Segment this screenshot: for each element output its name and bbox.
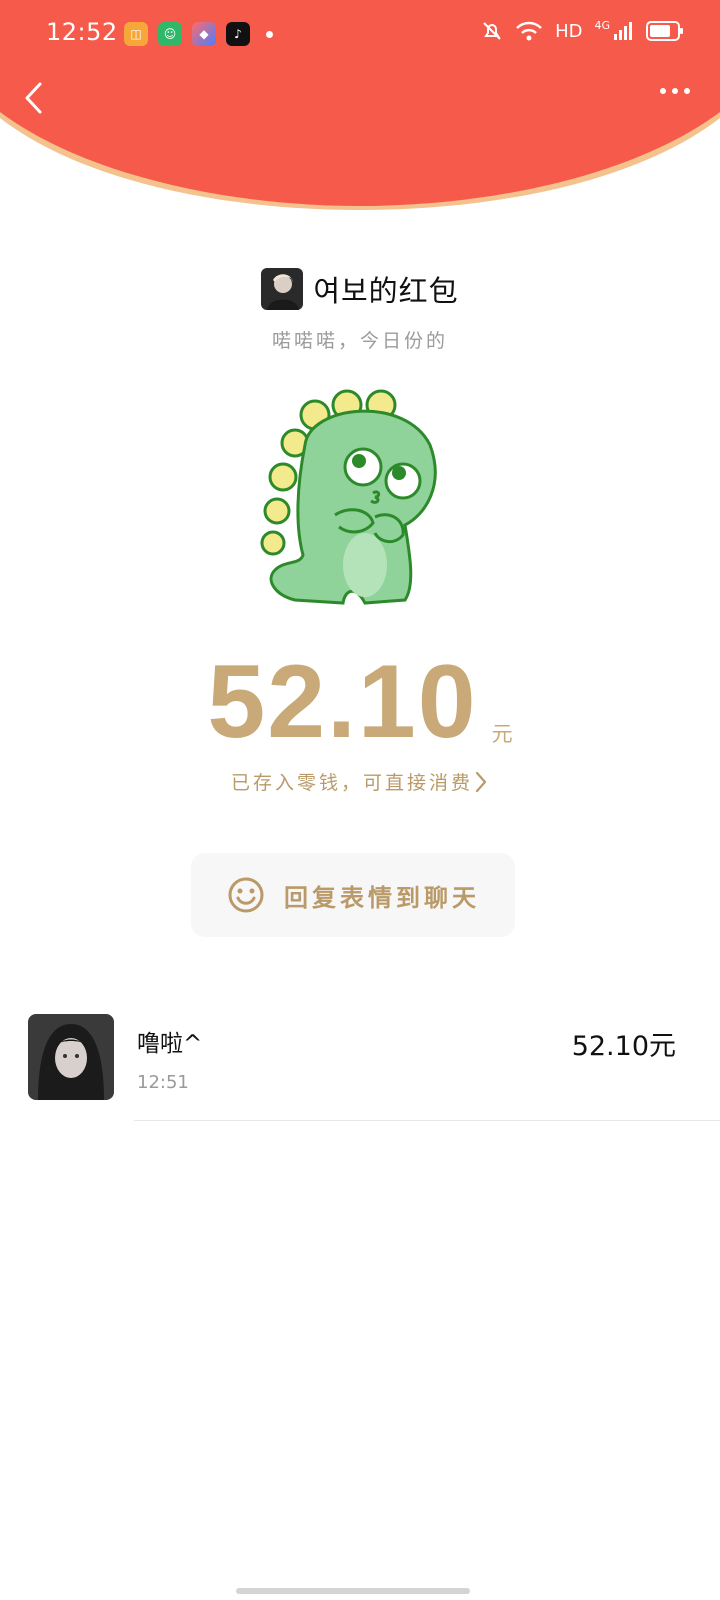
back-button[interactable]	[18, 78, 54, 118]
avatar[interactable]	[28, 1014, 114, 1100]
tiktok-icon: ♪	[226, 22, 250, 46]
app-icon-1: ◫	[124, 22, 148, 46]
receiver-name: 噜啦^	[137, 1031, 203, 1057]
reply-sticker-button[interactable]: 回复表情到聊天	[191, 853, 515, 937]
chevron-left-icon	[25, 82, 42, 114]
list-item[interactable]: 噜啦^ 12:51 52.10元	[0, 1014, 720, 1122]
more-dots-icon	[660, 88, 666, 94]
more-button[interactable]	[660, 88, 690, 94]
deposit-text: 已存入零钱，可直接消费	[230, 772, 473, 794]
sender-row: 여보的红包	[0, 268, 720, 310]
status-time: 12:52	[46, 18, 118, 46]
home-indicator[interactable]	[236, 1588, 470, 1594]
status-app-icons: ◫ ☺ ◆ ♪	[124, 22, 273, 46]
mute-bell-icon	[483, 22, 501, 40]
receiver-time: 12:51	[137, 1072, 189, 1093]
smiley-icon	[228, 877, 264, 913]
signal-label: 4G	[594, 18, 610, 32]
dinosaur-sticker	[255, 385, 445, 615]
greeting-message: 喏喏喏，今日份的	[271, 330, 448, 352]
chevron-right-icon	[475, 771, 487, 792]
hd-label: HD	[555, 20, 583, 42]
receiver-amount: 52.10元	[571, 1031, 676, 1062]
amount-unit: 元	[491, 722, 513, 746]
reply-label: 回复表情到聊天	[284, 883, 480, 912]
app-icon-3: ◆	[192, 22, 216, 46]
status-right-icons: HD 4G	[481, 18, 683, 42]
amount-value: 52.10	[207, 644, 478, 760]
app-icon-2: ☺	[158, 22, 182, 46]
sender-name: 여보的红包	[313, 274, 459, 308]
divider	[134, 1120, 720, 1121]
battery-icon	[646, 21, 683, 41]
notification-dot-icon	[266, 30, 273, 38]
wifi-icon	[516, 21, 542, 41]
amount-row: 52.10 元	[0, 650, 720, 754]
deposit-link[interactable]: 已存入零钱，可直接消费	[0, 768, 720, 795]
status-bar: 12:52 ◫ ☺ ◆ ♪ HD 4G	[0, 0, 720, 70]
signal-icon	[614, 22, 632, 40]
sender-avatar[interactable]	[261, 268, 304, 310]
